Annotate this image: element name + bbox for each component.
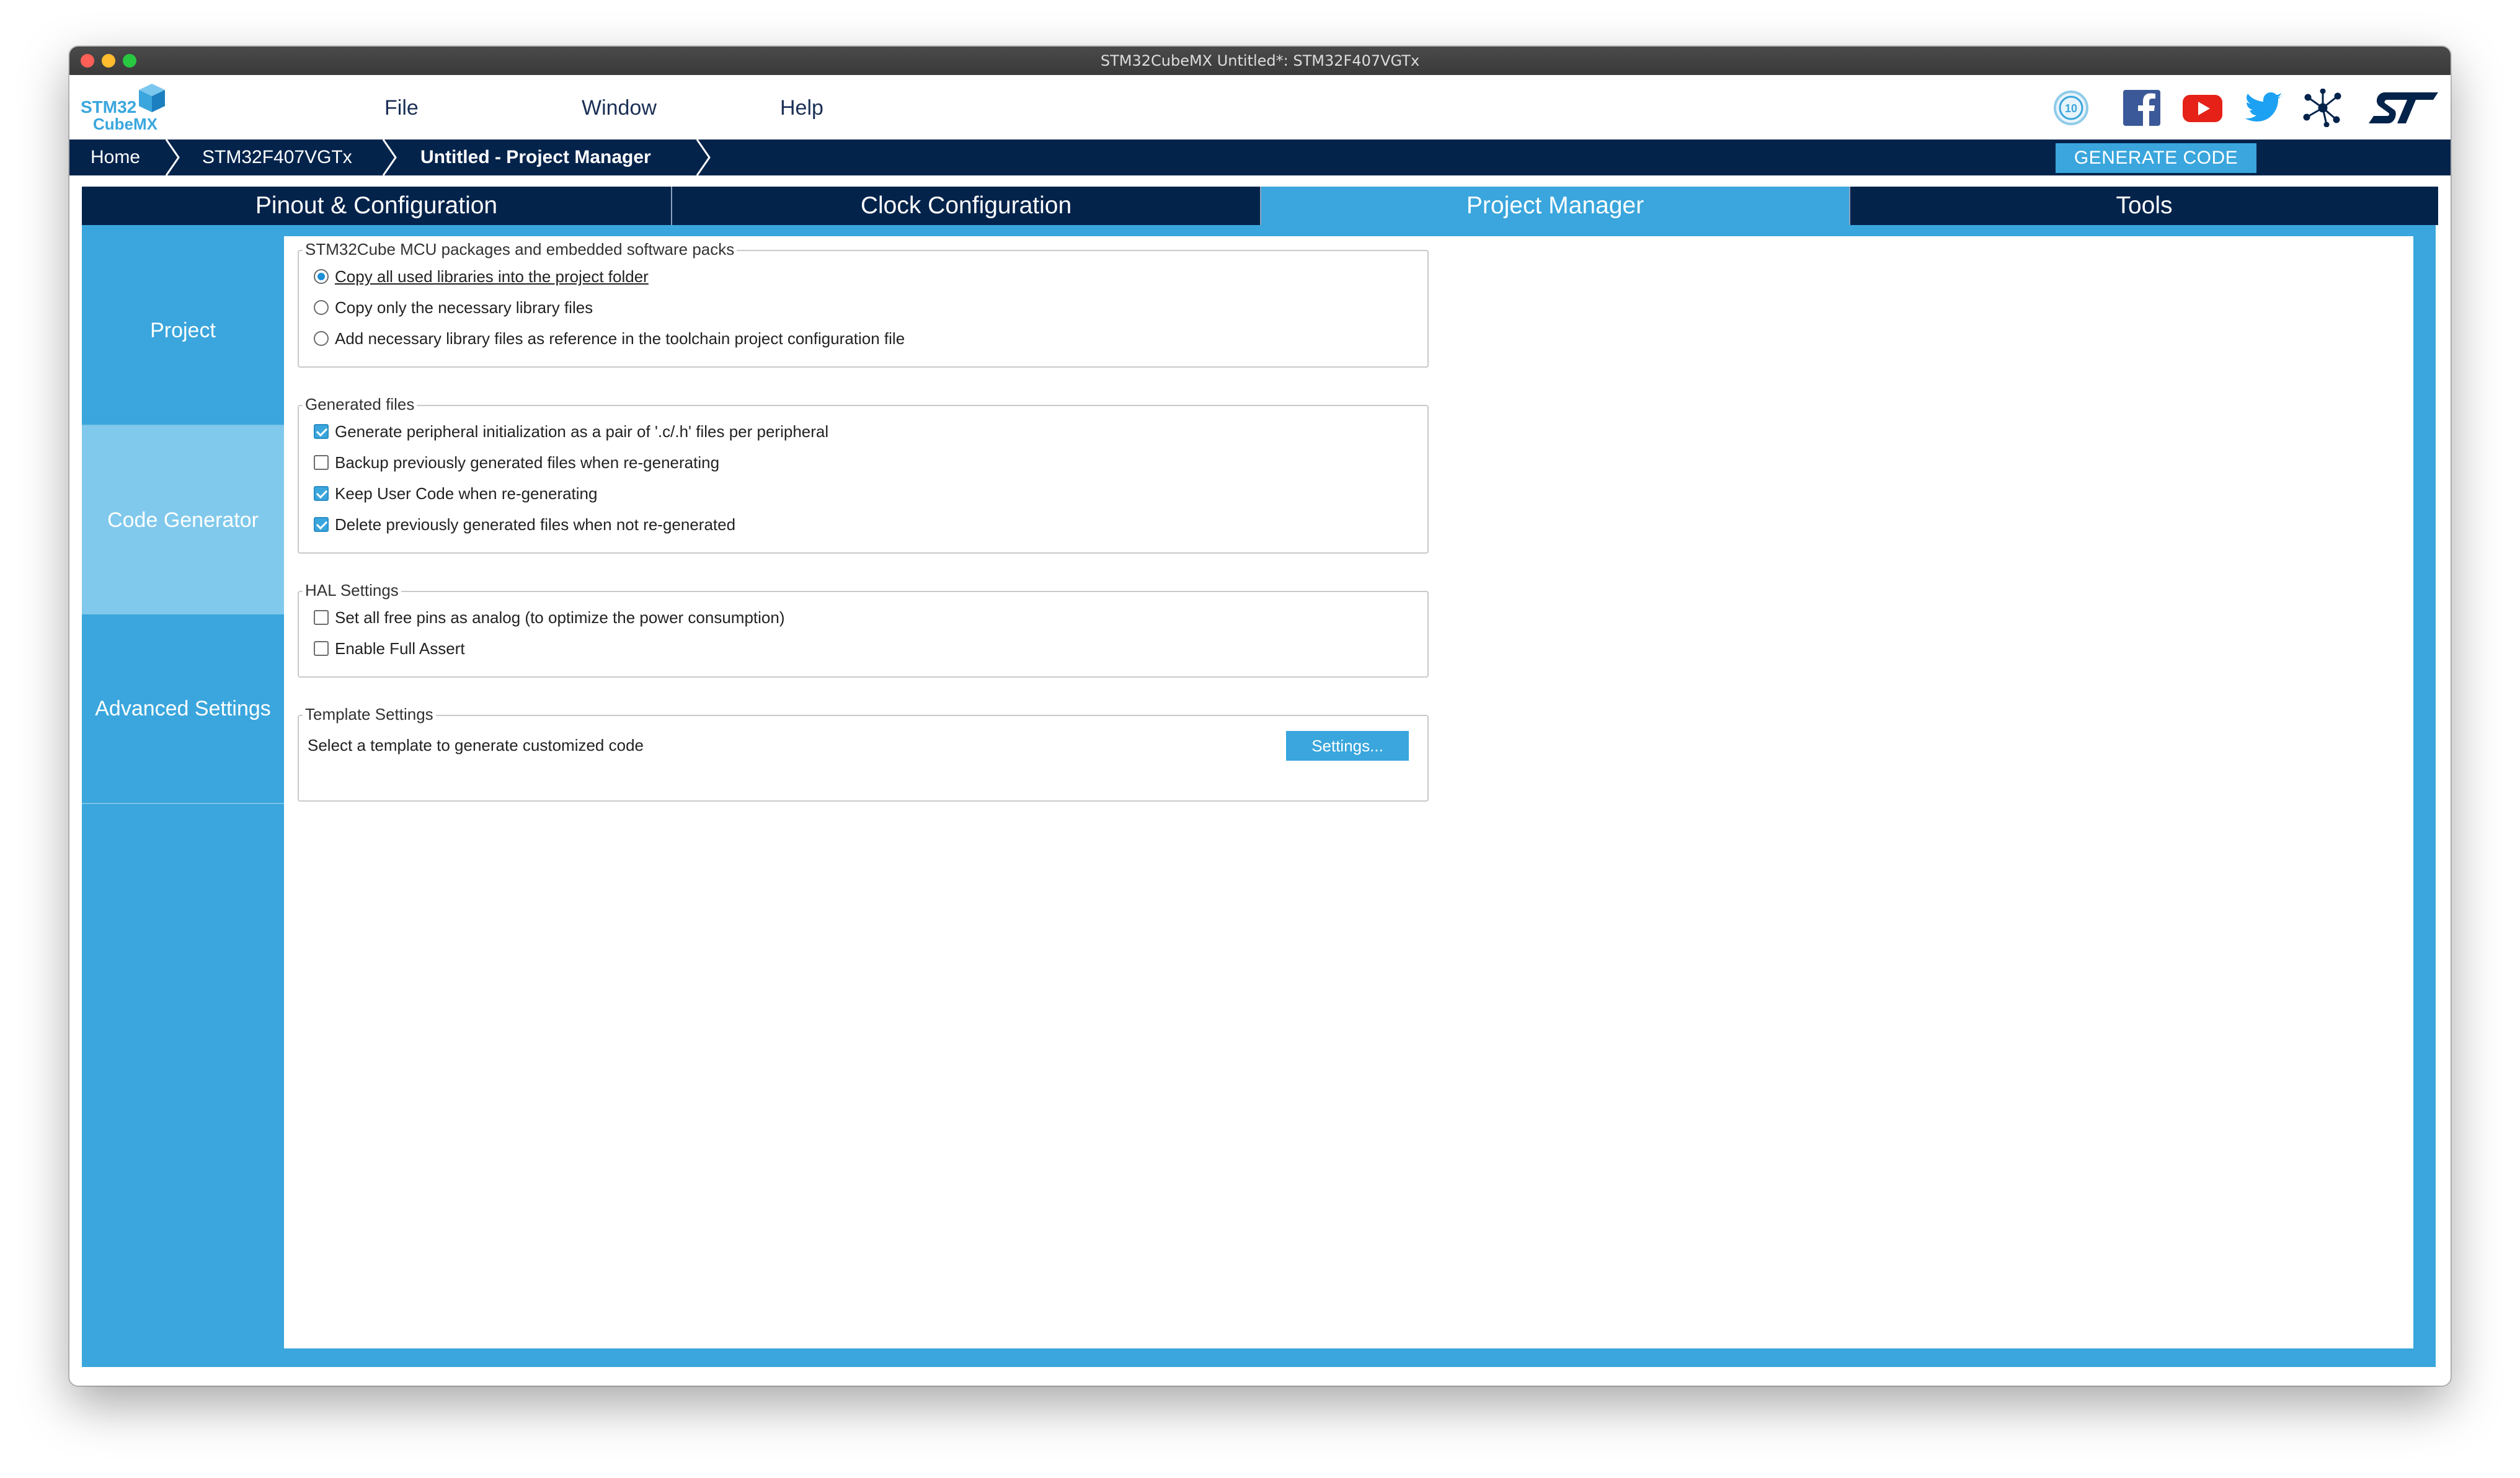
option-label: Backup previously generated files when r… xyxy=(335,453,720,472)
tab-project-manager[interactable]: Project Manager xyxy=(1261,187,1849,225)
horizontal-scrollbar[interactable] xyxy=(82,1350,2401,1360)
generate-code-button[interactable]: GENERATE CODE xyxy=(2056,143,2256,173)
template-settings-button[interactable]: Settings... xyxy=(1286,731,1409,761)
window-title: STM32CubeMX Untitled*: STM32F407VGTx xyxy=(1100,52,1420,69)
st-logo-icon[interactable] xyxy=(2366,89,2439,127)
radio-copy-necessary-files[interactable]: Copy only the necessary library files xyxy=(314,297,593,318)
checkbox[interactable] xyxy=(314,455,329,470)
hal-settings-group: HAL Settings Set all free pins as analog… xyxy=(298,581,1429,678)
anniversary-icon[interactable]: 10 xyxy=(2051,89,2091,127)
tab-pinout-configuration[interactable]: Pinout & Configuration xyxy=(82,187,671,225)
checkbox[interactable] xyxy=(314,610,329,625)
menu-window[interactable]: Window xyxy=(582,96,657,120)
checkbox-free-pins-analog[interactable]: Set all free pins as analog (to optimize… xyxy=(314,607,785,628)
checkbox-checked[interactable] xyxy=(314,424,329,439)
checkbox-checked[interactable] xyxy=(314,517,329,532)
radio-button[interactable] xyxy=(314,300,329,315)
app-window: STM32CubeMX Untitled*: STM32F407VGTx STM… xyxy=(69,46,2451,1386)
sidebar-item-project[interactable]: Project xyxy=(82,236,284,425)
main-tabs: Pinout & Configuration Clock Configurati… xyxy=(82,187,2438,225)
vertical-scrollbar[interactable] xyxy=(2421,230,2429,1352)
radio-add-as-reference[interactable]: Add necessary library files as reference… xyxy=(314,328,905,349)
template-settings-group: Template Settings Select a template to g… xyxy=(298,705,1429,802)
network-icon[interactable] xyxy=(2302,89,2344,127)
option-label: Generate peripheral initialization as a … xyxy=(335,422,829,441)
generated-files-legend: Generated files xyxy=(303,395,417,414)
twitter-icon[interactable] xyxy=(2243,89,2284,127)
logo-line2: CubeMX xyxy=(93,115,158,133)
option-label: Copy all used libraries into the project… xyxy=(335,267,649,286)
checkbox-checked[interactable] xyxy=(314,486,329,501)
checkbox-backup-generated-files[interactable]: Backup previously generated files when r… xyxy=(314,452,719,473)
stm32cubemx-logo: STM32 CubeMX xyxy=(81,82,174,133)
option-label: Keep User Code when re-generating xyxy=(335,484,598,503)
sidebar: Project Code Generator Advanced Settings xyxy=(82,236,284,1367)
youtube-icon[interactable] xyxy=(2181,89,2224,127)
chevron-right-icon xyxy=(165,139,180,175)
generated-files-group: Generated files Generate peripheral init… xyxy=(298,395,1429,554)
radio-copy-all-libraries[interactable]: Copy all used libraries into the project… xyxy=(314,266,649,287)
chevron-right-icon xyxy=(696,139,711,175)
page: STM32CubeMX Untitled*: STM32F407VGTx STM… xyxy=(0,0,2520,1478)
sidebar-divider xyxy=(82,803,284,804)
menu-file[interactable]: File xyxy=(384,96,419,120)
radio-button-selected[interactable] xyxy=(314,269,329,284)
option-label: Delete previously generated files when n… xyxy=(335,515,736,534)
checkbox[interactable] xyxy=(314,641,329,656)
sidebar-item-advanced-settings[interactable]: Advanced Settings xyxy=(82,614,284,803)
facebook-icon[interactable] xyxy=(2122,89,2162,127)
checkbox-generate-peripheral-pairs[interactable]: Generate peripheral initialization as a … xyxy=(314,421,828,442)
option-label: Set all free pins as analog (to optimize… xyxy=(335,608,785,627)
menu-bar: STM32 CubeMX File Window Help 10 xyxy=(69,75,2451,139)
breadcrumb-mcu[interactable]: STM32F407VGTx xyxy=(202,139,352,175)
packages-group: STM32Cube MCU packages and embedded soft… xyxy=(298,240,1429,368)
tab-tools[interactable]: Tools xyxy=(1850,187,2438,225)
option-label: Enable Full Assert xyxy=(335,639,465,658)
hal-settings-legend: HAL Settings xyxy=(303,581,401,600)
checkbox-delete-previous-files[interactable]: Delete previously generated files when n… xyxy=(314,514,735,535)
svg-text:10: 10 xyxy=(2065,102,2077,115)
checkbox-keep-user-code[interactable]: Keep User Code when re-generating xyxy=(314,483,597,504)
breadcrumb-home[interactable]: Home xyxy=(91,139,140,175)
chevron-right-icon xyxy=(382,139,397,175)
option-label: Copy only the necessary library files xyxy=(335,298,593,317)
template-settings-text: Select a template to generate customized… xyxy=(308,736,644,754)
packages-legend: STM32Cube MCU packages and embedded soft… xyxy=(303,240,737,259)
cube-icon xyxy=(139,84,165,112)
menu-help[interactable]: Help xyxy=(780,96,823,120)
code-generator-content: STM32Cube MCU packages and embedded soft… xyxy=(284,236,2413,1348)
template-settings-legend: Template Settings xyxy=(303,705,436,724)
tab-clock-configuration[interactable]: Clock Configuration xyxy=(672,187,1260,225)
project-manager-panel: Project Code Generator Advanced Settings… xyxy=(82,225,2436,1367)
title-bar: STM32CubeMX Untitled*: STM32F407VGTx xyxy=(69,46,2451,75)
option-label: Add necessary library files as reference… xyxy=(335,329,905,348)
breadcrumb: Home STM32F407VGTx Untitled - Project Ma… xyxy=(69,139,2451,175)
breadcrumb-project[interactable]: Untitled - Project Manager xyxy=(420,139,651,175)
radio-button[interactable] xyxy=(314,331,329,346)
checkbox-enable-full-assert[interactable]: Enable Full Assert xyxy=(314,638,465,659)
sidebar-item-code-generator[interactable]: Code Generator xyxy=(82,426,284,614)
